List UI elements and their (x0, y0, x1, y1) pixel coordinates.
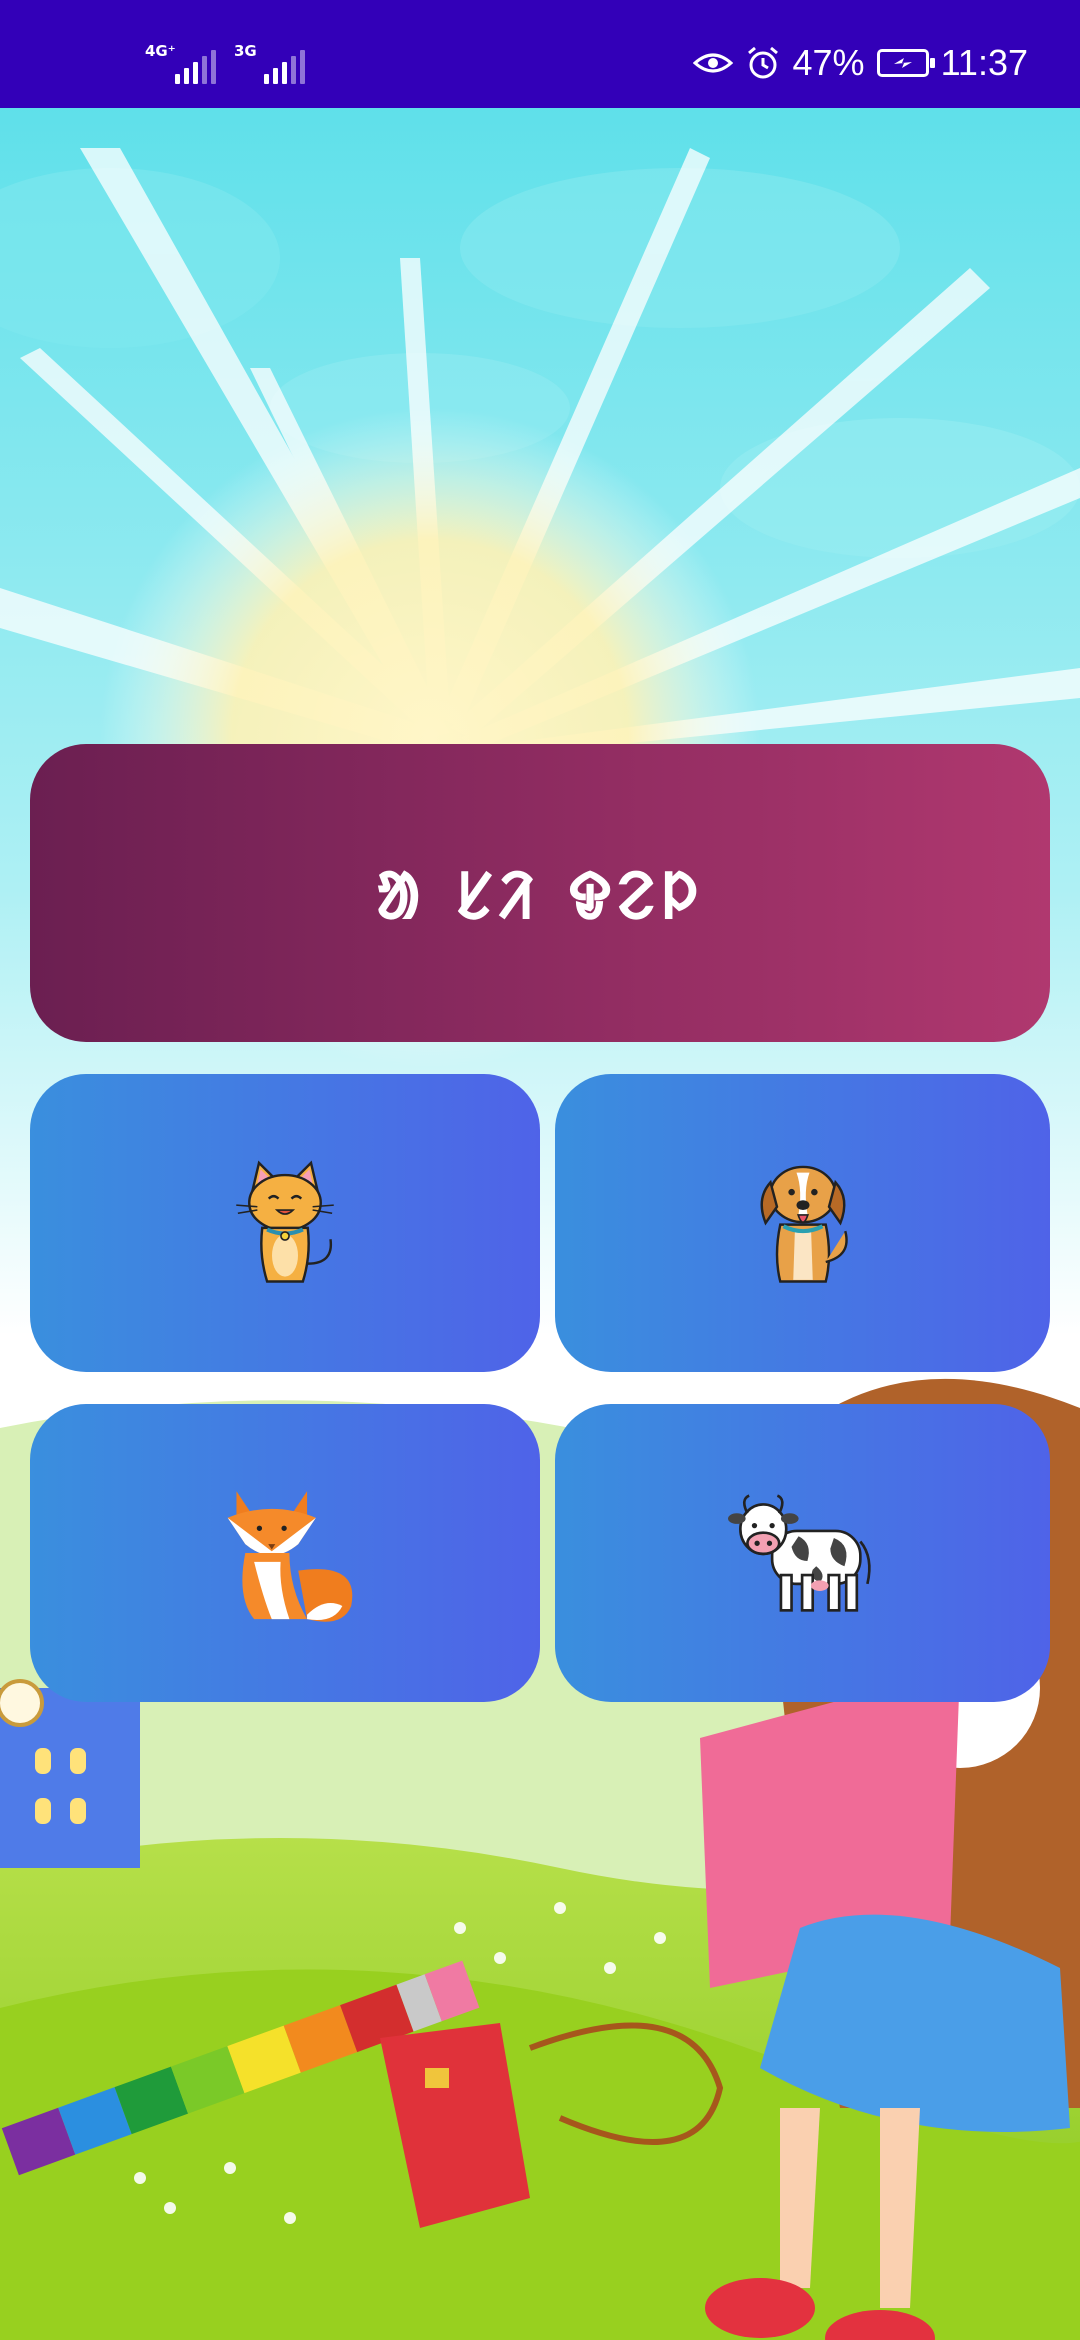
dog-icon (760, 1165, 848, 1283)
title-card[interactable]: ᱟ ᱥᱤ ᱫᱮᱞ (30, 744, 1050, 1042)
fox-icon (227, 1491, 353, 1622)
network-type-label: 4G⁺ (145, 42, 176, 60)
cow-icon (727, 1494, 871, 1612)
battery-charging-icon (876, 49, 935, 77)
alarm-icon (747, 46, 778, 79)
title-text: ᱟ ᱥᱤ ᱫᱮᱞ (376, 859, 704, 934)
network-indicators: 4G⁺ 3G (145, 42, 305, 84)
battery-percent: 47% (792, 42, 865, 83)
status-bar: 4G⁺ 3G 47% 11:37 (0, 0, 1080, 108)
cat-icon (236, 1160, 334, 1283)
signal-3g-icon: 3G (234, 42, 305, 84)
animal-tile-cow[interactable] (555, 1404, 1050, 1702)
signal-4g-icon: 4G⁺ (145, 42, 216, 84)
eye-icon (692, 53, 733, 73)
network-type-label: 3G (234, 42, 257, 60)
status-right: 47% 11:37 (692, 42, 1028, 84)
animal-tile-fox[interactable] (30, 1404, 540, 1702)
animal-tile-dog[interactable] (555, 1074, 1050, 1372)
clock-time: 11:37 (940, 42, 1028, 83)
animal-tile-cat[interactable] (30, 1074, 540, 1372)
